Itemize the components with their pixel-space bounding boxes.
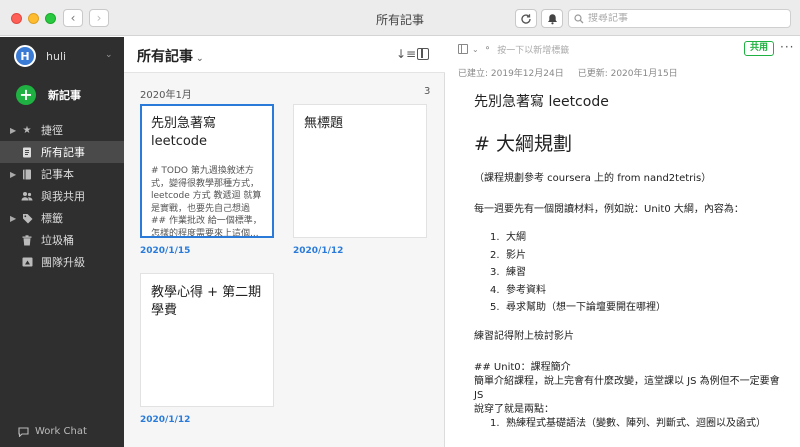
sort-icon[interactable]: ↓≡	[396, 47, 416, 61]
sidebar-item-label: 標籤	[41, 212, 63, 225]
note-icon	[21, 146, 33, 158]
note-card-date: 2020/1/12	[140, 415, 191, 425]
shared-icon	[21, 190, 33, 202]
title-bar: ‹ › 所有記事	[0, 0, 800, 36]
list-item: 4. 參考資料	[490, 284, 546, 296]
note-card-snippet: # TODO 第九週換敘述方式，變得很教學那種方式，leetcode 方式 教遞…	[151, 166, 262, 238]
new-note-label: 新記事	[48, 89, 81, 102]
search-box[interactable]	[568, 9, 791, 28]
sidebar-nav: ▶ ★ 捷徑 所有記事 ▶ 記事本 與我共用 ▶ 標籤 垃圾桶 團隊升級	[0, 119, 124, 273]
avatar: H	[14, 45, 36, 67]
share-button[interactable]: 共用	[744, 41, 775, 56]
sync-button[interactable]	[515, 9, 537, 28]
caret-right-icon[interactable]: ▶	[10, 170, 16, 179]
chevron-right-icon: ›	[96, 11, 102, 25]
note-paragraph: （課程規劃參考 coursera 上的 from nand2tetris）	[474, 173, 712, 184]
note-card-date: 2020/1/15	[140, 246, 191, 256]
note-list-header: 所有記事 ⌄ ↓≡	[124, 37, 445, 73]
work-chat-button[interactable]: Work Chat	[18, 426, 87, 437]
sidebar-item-trash[interactable]: 垃圾桶	[0, 229, 124, 251]
note-card-title: 先別急著寫 leetcode	[151, 116, 217, 149]
zoom-window-button[interactable]	[45, 13, 56, 24]
sidebar-item-shortcuts[interactable]: ▶ ★ 捷徑	[0, 119, 124, 141]
sidebar-item-label: 與我共用	[41, 190, 85, 203]
list-item: 1. 熟練程式基礎語法（變數、陣列、判斷式、迴圈以及函式）	[490, 417, 766, 429]
ordered-list: 1. 大綱 2. 影片 3. 練習 4. 參考資料 5. 尋求幫助（想一下論壇要開在哪裡）	[474, 229, 784, 317]
note-card-title: 教學心得 + 第二期學費	[151, 285, 262, 318]
search-input[interactable]	[588, 13, 783, 24]
trash-icon	[21, 234, 33, 246]
month-group-label: 2020年1月	[140, 90, 192, 101]
sidebar: H huli ⌄ + 新記事 ▶ ★ 捷徑 所有記事 ▶ 記事本 與我共用 ▶ …	[0, 37, 124, 447]
note-card[interactable]: 無標題	[293, 104, 427, 238]
list-item: 2. 影片	[490, 249, 526, 261]
note-editor: ⌄ ⚬ 按一下以新增標籤 共用 ··· 已建立: 2019年12月24日 已更新:…	[446, 37, 800, 447]
caret-right-icon[interactable]: ▶	[10, 214, 16, 223]
note-paragraph: 簡單介紹課程，說上完會有什麼改變，這堂課以 JS 為例但不一定要會 JS	[474, 375, 780, 401]
note-paragraph: 說穿了就是兩點：	[474, 403, 554, 415]
chat-icon	[18, 426, 29, 437]
tag-icon	[21, 212, 33, 224]
list-item: 1. 大綱	[490, 232, 526, 243]
sidebar-item-label: 捷徑	[41, 124, 63, 137]
sidebar-item-label: 垃圾桶	[41, 234, 74, 247]
note-paragraph: 每一週要先有一個閱讀材料，例如說：Unit0 大綱，內容為：	[474, 204, 744, 215]
note-heading: # 大綱規劃	[474, 133, 572, 155]
star-icon: ★	[22, 124, 32, 136]
close-window-button[interactable]	[11, 13, 22, 24]
note-card-title: 無標題	[304, 116, 344, 131]
account-switcher[interactable]: H huli	[14, 45, 66, 67]
sidebar-item-label: 團隊升級	[41, 256, 85, 269]
chevron-down-icon[interactable]: ⌄	[472, 45, 479, 54]
search-icon	[574, 13, 584, 23]
sidebar-item-shared-with-me[interactable]: 與我共用	[0, 185, 124, 207]
note-paragraph: 練習記得附上檢討影片	[474, 330, 574, 342]
chevron-down-icon: ⌄	[196, 54, 204, 64]
note-card[interactable]: 先別急著寫 leetcode # TODO 第九週換敘述方式，變得很教學那種方式…	[140, 104, 274, 238]
updated-date: 已更新: 2020年1月15日	[577, 69, 678, 79]
view-options-icon[interactable]	[417, 48, 429, 60]
sidebar-item-label: 記事本	[41, 168, 74, 181]
note-title[interactable]: 先別急著寫 leetcode	[474, 91, 784, 111]
sidebar-item-team-upgrade[interactable]: 團隊升級	[0, 251, 124, 273]
add-tag-field[interactable]: 按一下以新增標籤	[497, 43, 569, 56]
caret-right-icon[interactable]: ▶	[10, 126, 16, 135]
note-card-date: 2020/1/12	[293, 246, 344, 256]
account-name: huli	[46, 49, 67, 63]
new-note-button[interactable]: + 新記事	[16, 85, 81, 105]
bell-icon	[547, 13, 557, 24]
minimize-window-button[interactable]	[28, 13, 39, 24]
back-button[interactable]: ‹	[63, 9, 83, 27]
tag-icon: ⚬	[483, 44, 492, 54]
work-chat-label: Work Chat	[35, 426, 87, 437]
notebook-icon	[21, 168, 33, 180]
sidebar-item-all-notes[interactable]: 所有記事	[0, 141, 124, 163]
editor-toolbar: ⌄ ⚬ 按一下以新增標籤 共用 ···	[458, 40, 798, 58]
chevron-down-icon[interactable]: ⌄	[105, 50, 113, 60]
sidebar-item-label: 所有記事	[41, 146, 85, 159]
note-list-title-text: 所有記事	[137, 49, 193, 65]
sidebar-item-tags[interactable]: ▶ 標籤	[0, 207, 124, 229]
chevron-left-icon: ‹	[70, 11, 76, 25]
note-count: 3	[424, 86, 431, 97]
forward-button[interactable]: ›	[89, 9, 109, 27]
more-options-button[interactable]: ···	[780, 40, 794, 54]
upgrade-icon	[21, 256, 33, 268]
note-list-panel: 所有記事 ⌄ ↓≡ 2020年1月 3 先別急著寫 leetcode # TODO…	[124, 37, 445, 447]
note-list-title[interactable]: 所有記事 ⌄	[137, 46, 204, 66]
list-item: 5. 尋求幫助（想一下論壇要開在哪裡）	[490, 302, 666, 313]
list-item: 3. 練習	[490, 267, 526, 278]
note-card[interactable]: 教學心得 + 第二期學費	[140, 273, 274, 407]
note-metadata: 已建立: 2019年12月24日 已更新: 2020年1月15日	[458, 66, 678, 79]
notifications-button[interactable]	[541, 9, 563, 28]
created-date: 已建立: 2019年12月24日	[458, 69, 564, 79]
sidebar-item-notebooks[interactable]: ▶ 記事本	[0, 163, 124, 185]
ordered-list: 1. 熟練程式基礎語法（變數、陣列、判斷式、迴圈以及函式）	[474, 417, 784, 431]
note-subheading: ## Unit0：課程簡介	[474, 361, 571, 373]
plus-icon: +	[16, 85, 36, 105]
notebook-icon[interactable]	[458, 44, 468, 54]
note-body[interactable]: 先別急著寫 leetcode # 大綱規劃 （課程規劃參考 coursera 上…	[474, 91, 784, 431]
sync-icon	[521, 13, 531, 24]
